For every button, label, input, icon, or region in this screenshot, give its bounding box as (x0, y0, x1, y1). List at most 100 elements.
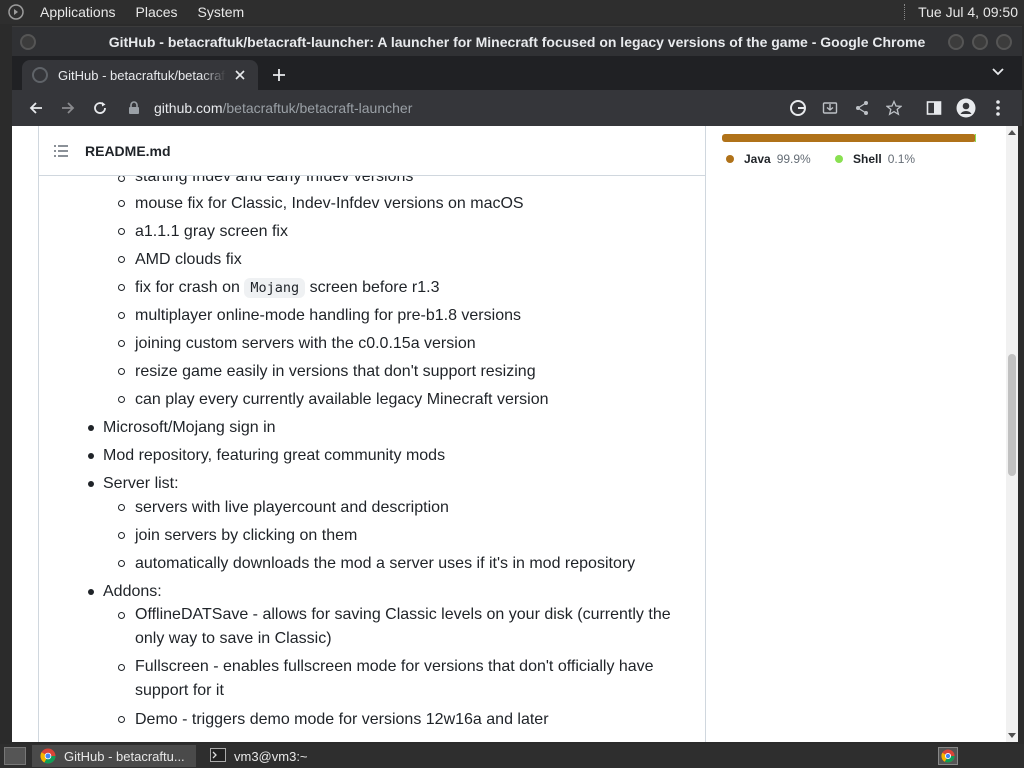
list-item: AMD clouds fix (135, 251, 242, 268)
list-bullet (118, 200, 125, 207)
forward-button[interactable] (52, 92, 84, 124)
url-host: github.com (154, 100, 223, 116)
list-item: multiplayer online-mode handling for pre… (135, 307, 521, 324)
list-item: fix for crash on Mojang screen before r1… (135, 278, 440, 298)
tab-title: GitHub - betacraftuk/betacraft-launcher:… (58, 67, 226, 83)
side-panel-icon[interactable] (918, 92, 950, 124)
share-icon[interactable] (846, 92, 878, 124)
site-info-lock-icon[interactable] (124, 98, 144, 118)
list-item-text: screen before r1.3 (309, 279, 440, 296)
list-item: can play every currently available legac… (135, 391, 549, 408)
taskbar-item-label: vm3@vm3:~ (234, 748, 308, 764)
list-item: OfflineDATSave - allows for saving Class… (135, 606, 671, 647)
clock[interactable]: Tue Jul 4, 09:50 (918, 4, 1018, 20)
readme-header: README.md (39, 126, 705, 176)
language-shell[interactable]: Shell 0.1% (835, 152, 915, 166)
taskbar-item-label: GitHub - betacraftu... (64, 748, 185, 764)
list-bullet (118, 368, 125, 375)
repo-sidebar: Java 99.9% Shell 0.1% (706, 126, 1018, 742)
list-item: Fullscreen - enables fullscreen mode for… (135, 658, 654, 699)
list-bullet (118, 560, 125, 567)
language-name: Java (744, 152, 771, 166)
language-name: Shell (853, 152, 882, 166)
list-item: Microsoft/Mojang sign in (103, 419, 276, 436)
language-percent: 99.9% (776, 152, 811, 166)
inline-code: Mojang (244, 278, 306, 298)
window-title: GitHub - betacraftuk/betacraft-launcher:… (108, 33, 926, 50)
list-bullet (118, 228, 125, 235)
list-item: join servers by clicking on them (135, 527, 358, 544)
tab-strip: GitHub - betacraftuk/betacraft-launcher:… (12, 56, 1022, 90)
scroll-up-arrow-icon[interactable] (1008, 130, 1016, 135)
google-lens-icon[interactable] (782, 92, 814, 124)
list-item: Demo - triggers demo mode for versions 1… (135, 711, 549, 728)
chrome-menu-icon[interactable] (982, 92, 1014, 124)
list-bullet (118, 716, 125, 723)
list-item: resize game easily in versions that don'… (135, 363, 536, 380)
window-titlebar[interactable]: GitHub - betacraftuk/betacraft-launcher:… (12, 26, 1022, 56)
list-bullet (118, 284, 125, 291)
maximize-button[interactable] (972, 34, 988, 50)
address-bar[interactable]: github.com/betacraftuk/betacraft-launche… (124, 94, 784, 122)
url-path: /betacraftuk/betacraft-launcher (222, 100, 413, 116)
tab-search-chevron-icon[interactable] (988, 62, 1008, 82)
language-bar-shell-segment (975, 134, 976, 142)
shell-dot-icon (835, 155, 843, 163)
install-app-icon[interactable] (814, 92, 846, 124)
gnome-foot-icon[interactable] (6, 2, 26, 22)
taskbar-item-chrome[interactable]: GitHub - betacraftu... (32, 745, 196, 767)
list-bullet (118, 532, 125, 539)
readme-panel: README.md starting Indev and early Infde… (38, 126, 706, 742)
back-button[interactable] (20, 92, 52, 124)
language-bar (722, 134, 976, 142)
menu-places[interactable]: Places (130, 0, 184, 24)
list-bullet (88, 425, 94, 431)
bookmark-star-icon[interactable] (878, 92, 910, 124)
github-favicon-icon (32, 67, 48, 83)
reload-button[interactable] (84, 92, 116, 124)
tab-close-icon[interactable] (232, 67, 248, 83)
list-item: mouse fix for Classic, Indev-Infdev vers… (135, 195, 524, 212)
tray-separator (904, 4, 912, 20)
tab-github[interactable]: GitHub - betacraftuk/betacraft-launcher:… (22, 60, 258, 90)
scroll-down-arrow-icon[interactable] (1008, 733, 1016, 738)
list-item: a1.1.1 gray screen fix (135, 223, 288, 240)
show-desktop-icon[interactable] (4, 747, 26, 765)
menu-applications[interactable]: Applications (34, 0, 122, 24)
list-bullet (118, 312, 125, 319)
list-bullet (88, 453, 94, 459)
page-scrollbar[interactable] (1006, 126, 1018, 742)
minimize-button[interactable] (948, 34, 964, 50)
bottom-taskbar: GitHub - betacraftu... vm3@vm3:~ (0, 744, 1024, 768)
scrollbar-thumb[interactable] (1008, 354, 1016, 476)
list-item: servers with live playercount and descri… (135, 499, 449, 516)
close-window-button[interactable] (996, 34, 1012, 50)
taskbar-item-terminal[interactable]: vm3@vm3:~ (202, 745, 316, 767)
web-page: README.md starting Indev and early Infde… (12, 126, 1018, 742)
list-item: Addons: (103, 583, 162, 600)
list-bullet (118, 612, 125, 619)
java-dot-icon (726, 155, 734, 163)
list-item: Mod repository, featuring great communit… (103, 447, 446, 464)
chrome-icon (40, 748, 56, 764)
menu-system[interactable]: System (192, 0, 251, 24)
list-item: Server list: (103, 475, 179, 492)
list-item: joining custom servers with the c0.0.15a… (135, 335, 476, 352)
browser-toolbar: github.com/betacraftuk/betacraft-launche… (12, 90, 1022, 126)
new-tab-button[interactable] (264, 60, 294, 90)
list-bullet (88, 481, 94, 487)
window-menu-button[interactable] (20, 34, 36, 50)
list-item-text: fix for crash on (135, 279, 240, 296)
list-item: automatically downloads the mod a server… (135, 555, 636, 572)
language-java[interactable]: Java 99.9% (726, 152, 811, 166)
profile-avatar-icon[interactable] (950, 92, 982, 124)
list-bullet (118, 175, 125, 182)
terminal-icon (210, 748, 226, 764)
list-bullet (118, 340, 125, 347)
outline-list-icon[interactable] (53, 143, 69, 159)
workspace-chrome-icon[interactable] (938, 747, 958, 765)
list-bullet (118, 396, 125, 403)
readme-filename: README.md (85, 142, 171, 159)
list-bullet (118, 664, 125, 671)
list-bullet (88, 589, 94, 595)
